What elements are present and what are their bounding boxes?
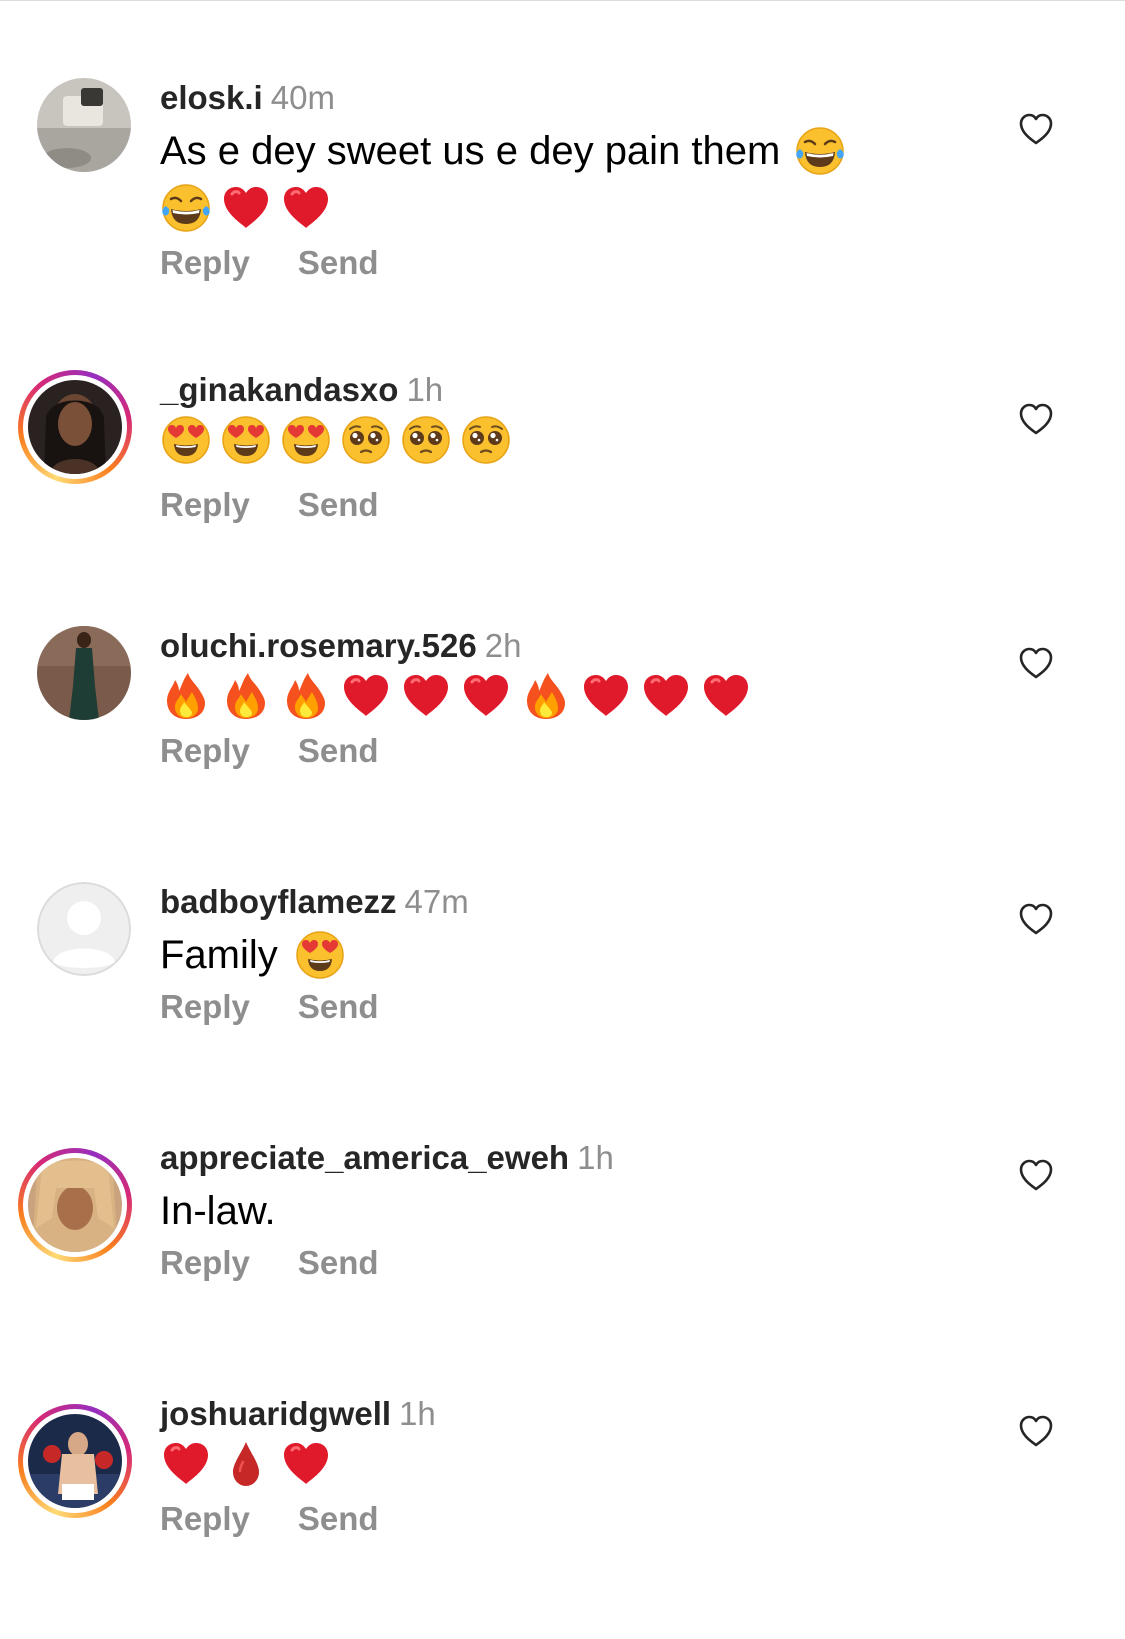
reply-button[interactable]: Reply xyxy=(160,486,250,524)
pleading-face-icon xyxy=(400,414,452,466)
comment-actions: Reply Send xyxy=(160,732,379,770)
like-heart-icon[interactable] xyxy=(1018,646,1054,680)
username[interactable]: joshuaridgwell xyxy=(160,1395,391,1432)
comment-item: elosk.i 40m As e dey sweet us e dey pain … xyxy=(0,78,1125,298)
red-heart-icon xyxy=(280,1438,332,1490)
like-heart-icon[interactable] xyxy=(1018,1158,1054,1192)
comment-text: Family xyxy=(160,926,900,984)
like-heart-icon[interactable] xyxy=(1018,402,1054,436)
comment-header: oluchi.rosemary.526 2h xyxy=(160,626,521,666)
top-divider xyxy=(0,0,1125,1)
fire-icon xyxy=(160,670,212,722)
red-heart-icon xyxy=(580,670,632,722)
heart-eyes-icon xyxy=(220,414,272,466)
red-heart-icon xyxy=(280,182,332,234)
comment-item: appreciate_america_eweh 1h In-law. Reply S… xyxy=(0,1138,1125,1358)
comment-header: appreciate_america_eweh 1h xyxy=(160,1138,614,1178)
comment-item: joshuaridgwell 1h Reply Send xyxy=(0,1394,1125,1614)
avatar[interactable] xyxy=(18,1404,132,1518)
like-heart-icon[interactable] xyxy=(1018,112,1054,146)
comment-time: 47m xyxy=(404,883,469,920)
comment-body: In-law. xyxy=(160,1189,276,1233)
reply-button[interactable]: Reply xyxy=(160,732,250,770)
avatar[interactable] xyxy=(18,1148,132,1262)
reply-button[interactable]: Reply xyxy=(160,1244,250,1282)
reply-button[interactable]: Reply xyxy=(160,1500,250,1538)
red-heart-icon xyxy=(640,670,692,722)
red-heart-icon xyxy=(340,670,392,722)
send-button[interactable]: Send xyxy=(298,244,379,282)
comment-header: _ginakandasxo 1h xyxy=(160,370,443,410)
pleading-face-icon xyxy=(460,414,512,466)
heart-eyes-icon xyxy=(294,929,346,981)
username[interactable]: _ginakandasxo xyxy=(160,371,398,408)
comment-actions: Reply Send xyxy=(160,988,379,1026)
comment-text: In-law. xyxy=(160,1182,900,1240)
like-heart-icon[interactable] xyxy=(1018,1414,1054,1448)
send-button[interactable]: Send xyxy=(298,988,379,1026)
comment-actions: Reply Send xyxy=(160,1244,379,1282)
comment-text: As e dey sweet us e dey pain them xyxy=(160,122,900,234)
comment-time: 1h xyxy=(406,371,444,408)
fire-icon xyxy=(220,670,272,722)
send-button[interactable]: Send xyxy=(298,1500,379,1538)
send-button[interactable]: Send xyxy=(298,486,379,524)
send-button[interactable]: Send xyxy=(298,732,379,770)
avatar[interactable] xyxy=(37,882,131,976)
comment-time: 40m xyxy=(270,79,335,116)
avatar[interactable] xyxy=(18,370,132,484)
comment-item: _ginakandasxo 1h Reply Send xyxy=(0,370,1125,590)
laughing-tears-icon xyxy=(794,125,846,177)
comment-text xyxy=(160,670,900,722)
username[interactable]: badboyflamezz xyxy=(160,883,397,920)
drop-of-blood-icon xyxy=(220,1438,272,1490)
red-heart-icon xyxy=(700,670,752,722)
comment-actions: Reply Send xyxy=(160,486,379,524)
red-heart-icon xyxy=(160,1438,212,1490)
send-button[interactable]: Send xyxy=(298,1244,379,1282)
comment-actions: Reply Send xyxy=(160,244,379,282)
comment-item: oluchi.rosemary.526 2h Reply Send xyxy=(0,626,1125,846)
avatar[interactable] xyxy=(37,626,131,720)
username[interactable]: appreciate_america_eweh xyxy=(160,1139,569,1176)
heart-eyes-icon xyxy=(280,414,332,466)
comment-header: elosk.i 40m xyxy=(160,78,335,118)
comment-actions: Reply Send xyxy=(160,1500,379,1538)
heart-eyes-icon xyxy=(160,414,212,466)
comment-text xyxy=(160,414,900,466)
red-heart-icon xyxy=(460,670,512,722)
comment-time: 2h xyxy=(484,627,522,664)
comment-header: badboyflamezz 47m xyxy=(160,882,469,922)
comment-time: 1h xyxy=(577,1139,614,1176)
reply-button[interactable]: Reply xyxy=(160,988,250,1026)
comment-item: badboyflamezz 47m Family Reply Send xyxy=(0,882,1125,1102)
fire-icon xyxy=(280,670,332,722)
comment-text xyxy=(160,1438,900,1490)
comment-time: 1h xyxy=(399,1395,436,1432)
reply-button[interactable]: Reply xyxy=(160,244,250,282)
username[interactable]: oluchi.rosemary.526 xyxy=(160,627,477,664)
comment-body: Family xyxy=(160,933,278,977)
fire-icon xyxy=(520,670,572,722)
red-heart-icon xyxy=(400,670,452,722)
pleading-face-icon xyxy=(340,414,392,466)
avatar[interactable] xyxy=(37,78,131,172)
comment-body: As e dey sweet us e dey pain them xyxy=(160,129,781,173)
username[interactable]: elosk.i xyxy=(160,79,263,116)
like-heart-icon[interactable] xyxy=(1018,902,1054,936)
comment-header: joshuaridgwell 1h xyxy=(160,1394,436,1434)
red-heart-icon xyxy=(220,182,272,234)
laughing-tears-icon xyxy=(160,182,212,234)
